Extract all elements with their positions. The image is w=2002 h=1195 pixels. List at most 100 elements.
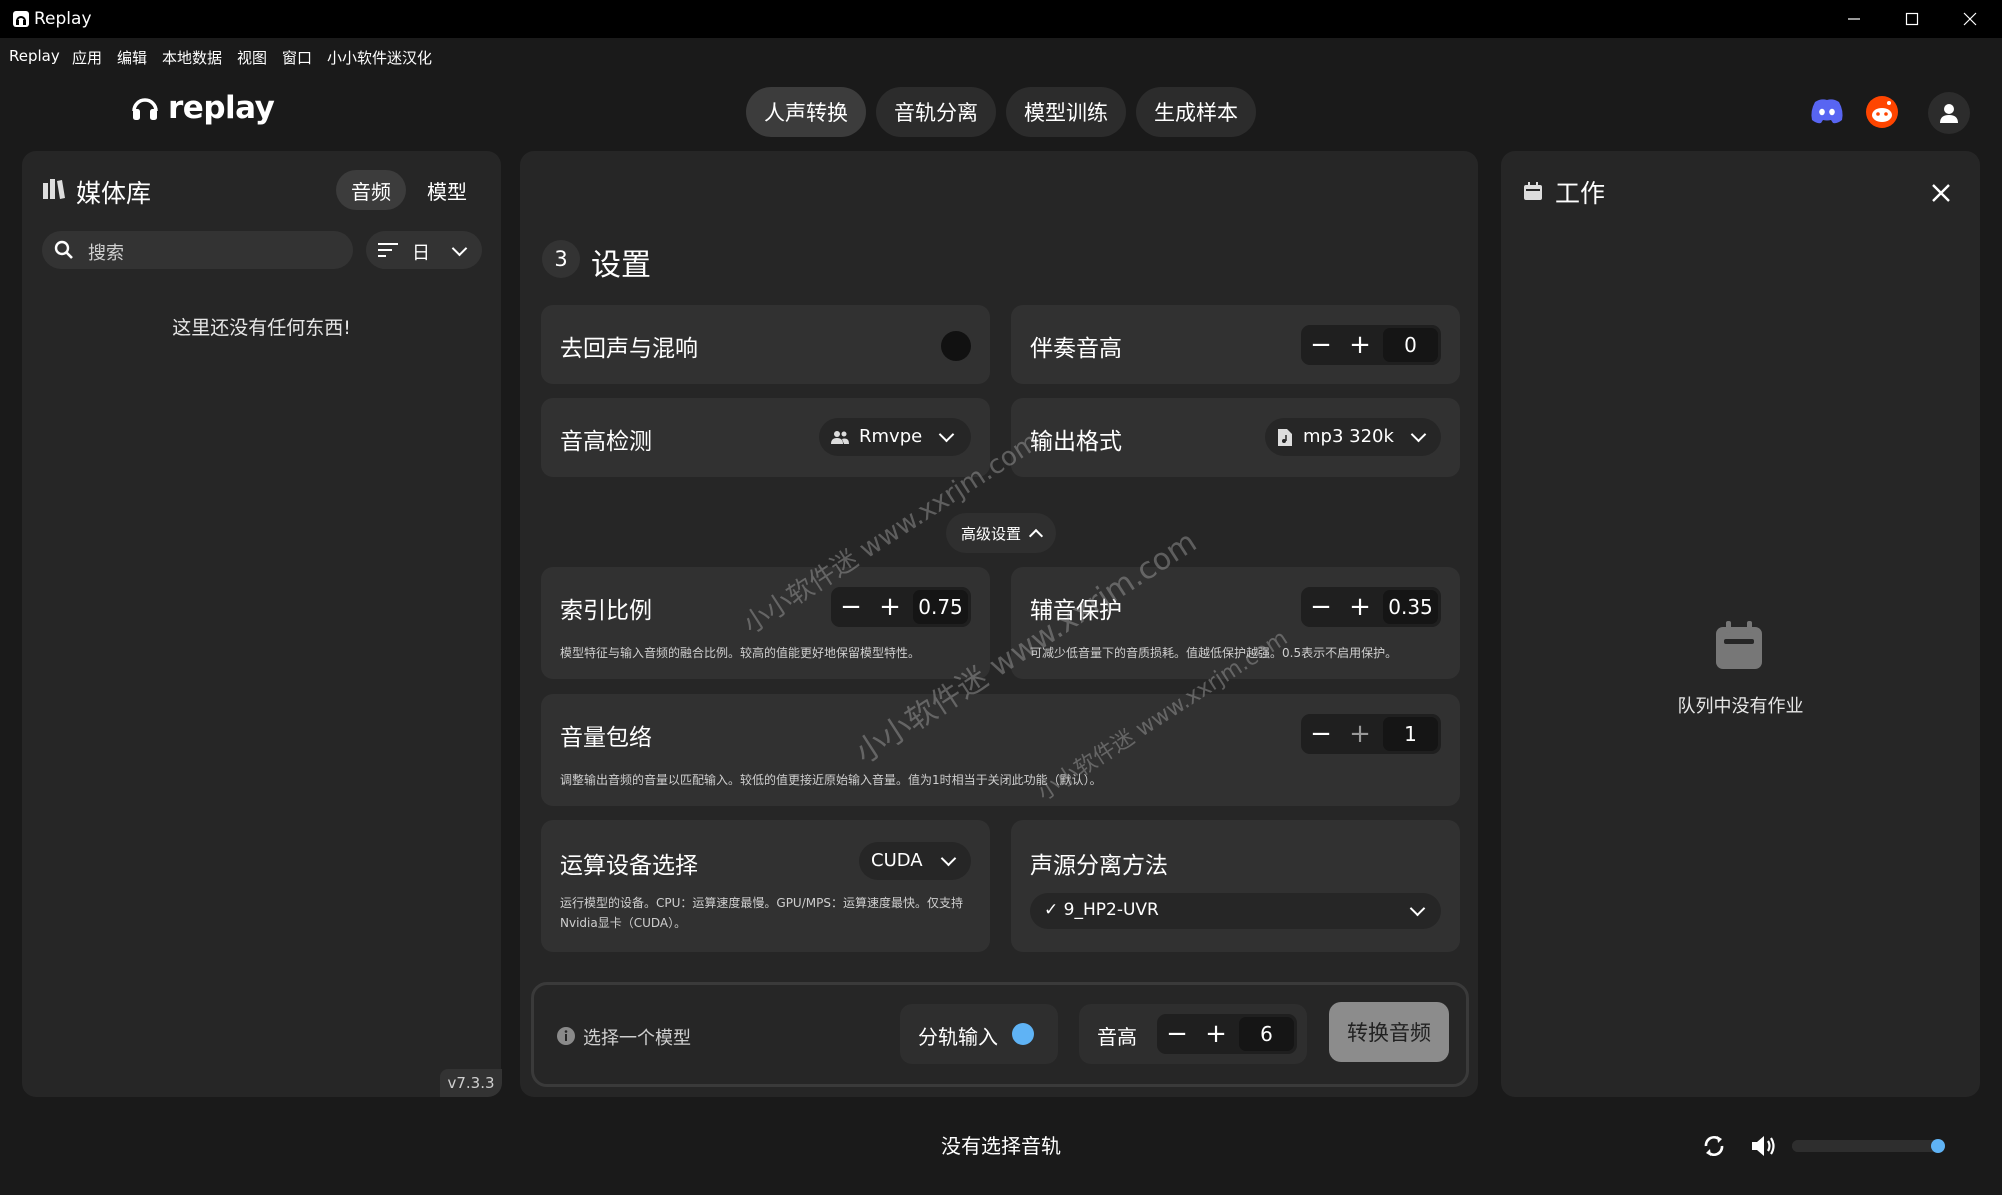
- advanced-settings-toggle[interactable]: 高级设置: [946, 513, 1056, 553]
- tab-stem-separation[interactable]: 音轨分离: [876, 87, 996, 137]
- tab-voice-conversion[interactable]: 人声转换: [746, 87, 866, 137]
- menu-replay[interactable]: Replay: [9, 47, 60, 65]
- users-icon: [831, 431, 849, 444]
- decrement-button[interactable]: −: [1301, 325, 1341, 365]
- compute-device-select[interactable]: CUDA: [859, 842, 971, 880]
- split-input-indicator: [1012, 1023, 1034, 1045]
- sort-label: 日: [412, 243, 430, 264]
- calendar-icon: [1524, 182, 1542, 200]
- decrement-button[interactable]: −: [1301, 714, 1341, 754]
- title-bar: Replay: [0, 0, 2002, 38]
- model-hint: 选择一个模型: [583, 1028, 691, 1049]
- index-ratio-stepper: − + 0.75: [831, 587, 971, 627]
- volume-envelope-label: 音量包络: [560, 725, 652, 751]
- consonant-protection-value[interactable]: 0.35: [1383, 590, 1438, 624]
- library-title: 媒体库: [76, 179, 152, 208]
- chevron-down-icon: [938, 426, 955, 443]
- app-icon: [13, 11, 29, 27]
- accompaniment-pitch-card: 伴奏音高 − + 0: [1011, 305, 1460, 384]
- chevron-down-icon: [940, 850, 957, 867]
- index-ratio-label: 索引比例: [560, 598, 652, 624]
- library-tab-models[interactable]: 模型: [412, 170, 482, 210]
- consonant-protection-stepper: − + 0.35: [1301, 587, 1441, 627]
- repeat-icon[interactable]: [1702, 1133, 1726, 1159]
- reddit-icon[interactable]: [1865, 95, 1899, 129]
- pitch-value[interactable]: 6: [1239, 1017, 1294, 1051]
- accompaniment-pitch-value[interactable]: 0: [1383, 328, 1438, 362]
- separation-method-label: 声源分离方法: [1030, 853, 1168, 879]
- compute-device-card: 运算设备选择 CUDA 运行模型的设备。CPU：运算速度最慢。GPU/MPS：运…: [541, 820, 990, 952]
- settings-title: 设置: [591, 248, 651, 283]
- output-format-card: 输出格式 mp3 320k: [1011, 398, 1460, 477]
- sort-select[interactable]: 日: [366, 231, 482, 269]
- pitch-detection-card: 音高检测 Rmvpe: [541, 398, 990, 477]
- jobs-empty-text: 队列中没有作业: [1677, 696, 1804, 717]
- menu-bar: Replay 应用 编辑 本地数据 视图 窗口 小小软件迷汉化: [0, 38, 2002, 74]
- menu-local-data[interactable]: 本地数据: [162, 47, 222, 68]
- volume-envelope-stepper: − + 1: [1301, 714, 1441, 754]
- split-input-toggle[interactable]: 分轨输入: [900, 1004, 1058, 1064]
- pitch-detection-select[interactable]: Rmvpe: [819, 418, 971, 456]
- pitch-label: 音高: [1097, 1025, 1137, 1049]
- tab-generate-samples[interactable]: 生成样本: [1136, 87, 1256, 137]
- decrement-button[interactable]: −: [1157, 1014, 1197, 1054]
- search-placeholder: 搜索: [88, 243, 124, 264]
- volume-envelope-card: 音量包络 − + 1 调整输出音频的音量以匹配输入。较低的值更接近原始输入音量。…: [541, 694, 1460, 806]
- decrement-button[interactable]: −: [1301, 587, 1341, 627]
- output-format-select[interactable]: mp3 320k: [1265, 418, 1441, 456]
- jobs-title: 工作: [1555, 179, 1606, 208]
- action-bar: 选择一个模型 分轨输入 音高 − + 6 转换音频: [531, 982, 1469, 1087]
- convert-audio-button[interactable]: 转换音频: [1329, 1002, 1449, 1062]
- menu-view[interactable]: 视图: [237, 47, 267, 68]
- volume-slider-fill: [1792, 1140, 1938, 1152]
- media-library-panel: 媒体库 音频 模型 搜索 日 这里还没有任何东西! v7.3.3: [22, 151, 502, 1097]
- jobs-panel: 工作 队列中没有作业: [1501, 151, 1980, 1097]
- advanced-settings-label: 高级设置: [960, 524, 1021, 543]
- close-window-button[interactable]: [1941, 0, 1999, 38]
- info-icon: [557, 1027, 575, 1045]
- compute-device-description-line2: Nvidia显卡（CUDA）。: [560, 916, 687, 930]
- increment-button[interactable]: +: [1340, 325, 1380, 365]
- close-icon[interactable]: [1931, 183, 1951, 203]
- headphones-icon: [132, 98, 158, 120]
- library-empty-text: 这里还没有任何东西!: [172, 317, 351, 339]
- close-icon: [1963, 12, 1977, 26]
- menu-app[interactable]: 应用: [72, 47, 102, 68]
- minimize-button[interactable]: [1825, 0, 1883, 38]
- menu-window[interactable]: 窗口: [282, 47, 312, 68]
- increment-button[interactable]: +: [1340, 714, 1380, 754]
- volume-envelope-value[interactable]: 1: [1383, 717, 1438, 751]
- file-audio-icon: [1278, 429, 1292, 446]
- user-icon: [1940, 104, 1958, 123]
- increment-button[interactable]: +: [870, 587, 910, 627]
- calendar-empty-icon: [1716, 621, 1762, 669]
- library-tab-audio[interactable]: 音频: [336, 170, 406, 210]
- separation-method-select[interactable]: ✓ 9_HP2-UVR: [1030, 893, 1441, 929]
- maximize-icon: [1905, 12, 1919, 26]
- volume-slider[interactable]: [1792, 1139, 1945, 1153]
- increment-button[interactable]: +: [1340, 587, 1380, 627]
- index-ratio-value[interactable]: 0.75: [913, 590, 968, 624]
- window-title: Replay: [34, 9, 92, 29]
- maximize-button[interactable]: [1883, 0, 1941, 38]
- compute-device-label: 运算设备选择: [560, 853, 698, 879]
- chevron-up-icon: [1028, 528, 1044, 543]
- app-logo: replay: [130, 90, 275, 126]
- menu-edit[interactable]: 编辑: [117, 47, 147, 68]
- search-input[interactable]: 搜索: [42, 231, 353, 269]
- account-button[interactable]: [1928, 92, 1970, 134]
- dereverb-toggle[interactable]: [941, 331, 971, 361]
- menu-localization[interactable]: 小小软件迷汉化: [327, 47, 432, 68]
- accompaniment-pitch-stepper: − + 0: [1301, 325, 1441, 365]
- increment-button[interactable]: +: [1196, 1014, 1236, 1054]
- tab-model-training[interactable]: 模型训练: [1006, 87, 1126, 137]
- volume-envelope-description: 调整输出音频的音量以匹配输入。较低的值更接近原始输入音量。值为1时相当于关闭此功…: [560, 773, 1102, 787]
- discord-icon[interactable]: [1810, 97, 1844, 125]
- volume-slider-knob[interactable]: [1931, 1139, 1945, 1153]
- decrement-button[interactable]: −: [831, 587, 871, 627]
- volume-icon[interactable]: [1751, 1134, 1777, 1158]
- step-number-badge: 3: [542, 240, 580, 278]
- output-format-label: 输出格式: [1030, 429, 1122, 455]
- consonant-protection-label: 辅音保护: [1030, 598, 1122, 624]
- pitch-control: 音高 − + 6: [1079, 1004, 1307, 1064]
